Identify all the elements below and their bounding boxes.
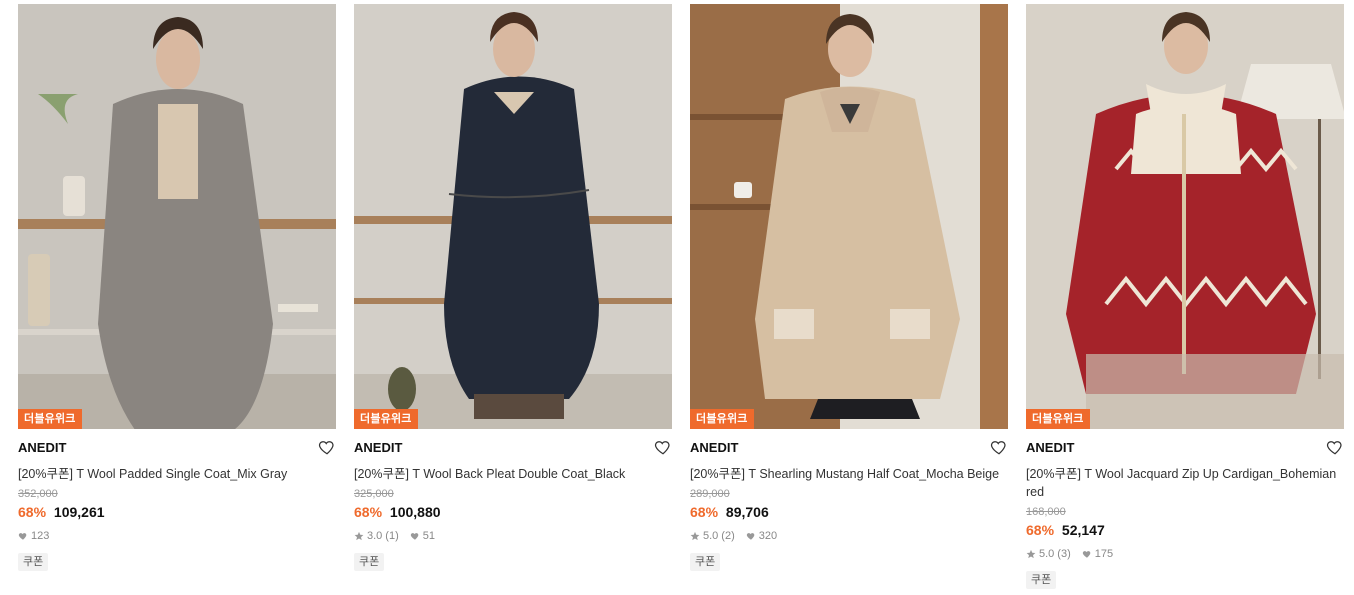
product-card[interactable]: 더블유위크 ANEDIT [20%쿠폰] T Shearling Mustang…	[690, 4, 1008, 589]
product-image[interactable]: 더블유위크	[354, 4, 672, 429]
price-row: 68% 109,261	[18, 502, 336, 522]
product-title[interactable]: [20%쿠폰] T Shearling Mustang Half Coat_Mo…	[690, 465, 1008, 483]
brand-name[interactable]: ANEDIT	[18, 440, 66, 455]
event-badge: 더블유위크	[18, 409, 82, 429]
brand-row: ANEDIT	[354, 437, 672, 457]
price-row: 68% 100,880	[354, 502, 672, 522]
product-meta: 5.0 (3) 175	[1026, 547, 1344, 561]
product-card[interactable]: 더블유위크 ANEDIT [20%쿠폰] T Wool Jacquard Zip…	[1026, 4, 1344, 589]
original-price: 168,000	[1026, 506, 1066, 518]
brand-name[interactable]: ANEDIT	[690, 440, 738, 455]
likes-count: 175	[1094, 548, 1114, 560]
product-meta: 5.0 (2) 320	[690, 529, 1008, 543]
star-icon	[1026, 549, 1036, 559]
likes-count: 123	[31, 530, 50, 542]
product-photo-cardigan-red	[1026, 4, 1344, 429]
event-badge: 더블유위크	[1026, 409, 1090, 429]
rating-group: 3.0 (1)	[354, 529, 399, 543]
heart-small-icon	[1082, 551, 1091, 558]
sale-price: 52,147	[1061, 522, 1105, 538]
review-count: (1)	[385, 530, 399, 542]
discount-rate: 68%	[1026, 522, 1055, 538]
original-price: 289,000	[690, 488, 730, 500]
product-meta: 3.0 (1) 51	[354, 529, 672, 543]
product-photo-coat-black	[354, 4, 672, 429]
brand-name[interactable]: ANEDIT	[354, 440, 402, 455]
review-count: (2)	[721, 530, 735, 542]
likes-group: 320	[746, 529, 777, 543]
heart-icon[interactable]	[318, 438, 336, 456]
sale-price: 100,880	[389, 504, 441, 520]
heart-icon[interactable]	[1326, 438, 1344, 456]
product-grid: 더블유위크 ANEDIT [20%쿠폰] T Wool Padded Singl…	[18, 4, 1344, 589]
heart-icon[interactable]	[654, 438, 672, 456]
likes-count: 320	[758, 530, 778, 542]
rating-group: 5.0 (3)	[1026, 547, 1071, 561]
rating-value: 5.0	[1039, 548, 1055, 560]
product-meta: 123	[18, 529, 336, 543]
heart-icon[interactable]	[990, 438, 1008, 456]
event-badge: 더블유위크	[690, 409, 754, 429]
product-title[interactable]: [20%쿠폰] T Wool Back Pleat Double Coat_Bl…	[354, 465, 672, 483]
star-icon	[690, 531, 700, 541]
likes-count: 51	[422, 530, 435, 542]
product-image[interactable]: 더블유위크	[18, 4, 336, 429]
brand-row: ANEDIT	[1026, 437, 1344, 457]
brand-row: ANEDIT	[690, 437, 1008, 457]
product-photo-coat-gray	[18, 4, 336, 429]
product-image[interactable]: 더블유위크	[1026, 4, 1344, 429]
event-badge: 더블유위크	[354, 409, 418, 429]
original-price: 325,000	[354, 488, 394, 500]
likes-group: 51	[410, 529, 435, 543]
brand-name[interactable]: ANEDIT	[1026, 440, 1074, 455]
heart-small-icon	[410, 533, 419, 540]
rating-value: 5.0	[703, 530, 719, 542]
product-title[interactable]: [20%쿠폰] T Wool Padded Single Coat_Mix Gr…	[18, 465, 336, 483]
product-title[interactable]: [20%쿠폰] T Wool Jacquard Zip Up Cardigan_…	[1026, 465, 1344, 501]
coupon-tag: 쿠폰	[690, 553, 721, 571]
sale-price: 89,706	[725, 504, 769, 520]
likes-group: 175	[1082, 547, 1113, 561]
review-count: (3)	[1057, 548, 1071, 560]
discount-rate: 68%	[354, 504, 383, 520]
discount-rate: 68%	[18, 504, 47, 520]
heart-small-icon	[18, 533, 27, 540]
coupon-tag: 쿠폰	[18, 553, 49, 571]
original-price: 352,000	[18, 488, 58, 500]
rating-group: 5.0 (2)	[690, 529, 735, 543]
discount-rate: 68%	[690, 504, 719, 520]
sale-price: 109,261	[53, 504, 105, 520]
coupon-tag: 쿠폰	[354, 553, 385, 571]
star-icon	[354, 531, 364, 541]
brand-row: ANEDIT	[18, 437, 336, 457]
product-photo-coat-beige	[690, 4, 1008, 429]
heart-small-icon	[746, 533, 755, 540]
price-row: 68% 89,706	[690, 502, 1008, 522]
product-card[interactable]: 더블유위크 ANEDIT [20%쿠폰] T Wool Back Pleat D…	[354, 4, 672, 589]
coupon-tag: 쿠폰	[1026, 571, 1057, 589]
likes-group: 123	[18, 529, 49, 543]
price-row: 68% 52,147	[1026, 520, 1344, 540]
product-card[interactable]: 더블유위크 ANEDIT [20%쿠폰] T Wool Padded Singl…	[18, 4, 336, 589]
product-image[interactable]: 더블유위크	[690, 4, 1008, 429]
rating-value: 3.0	[367, 530, 383, 542]
